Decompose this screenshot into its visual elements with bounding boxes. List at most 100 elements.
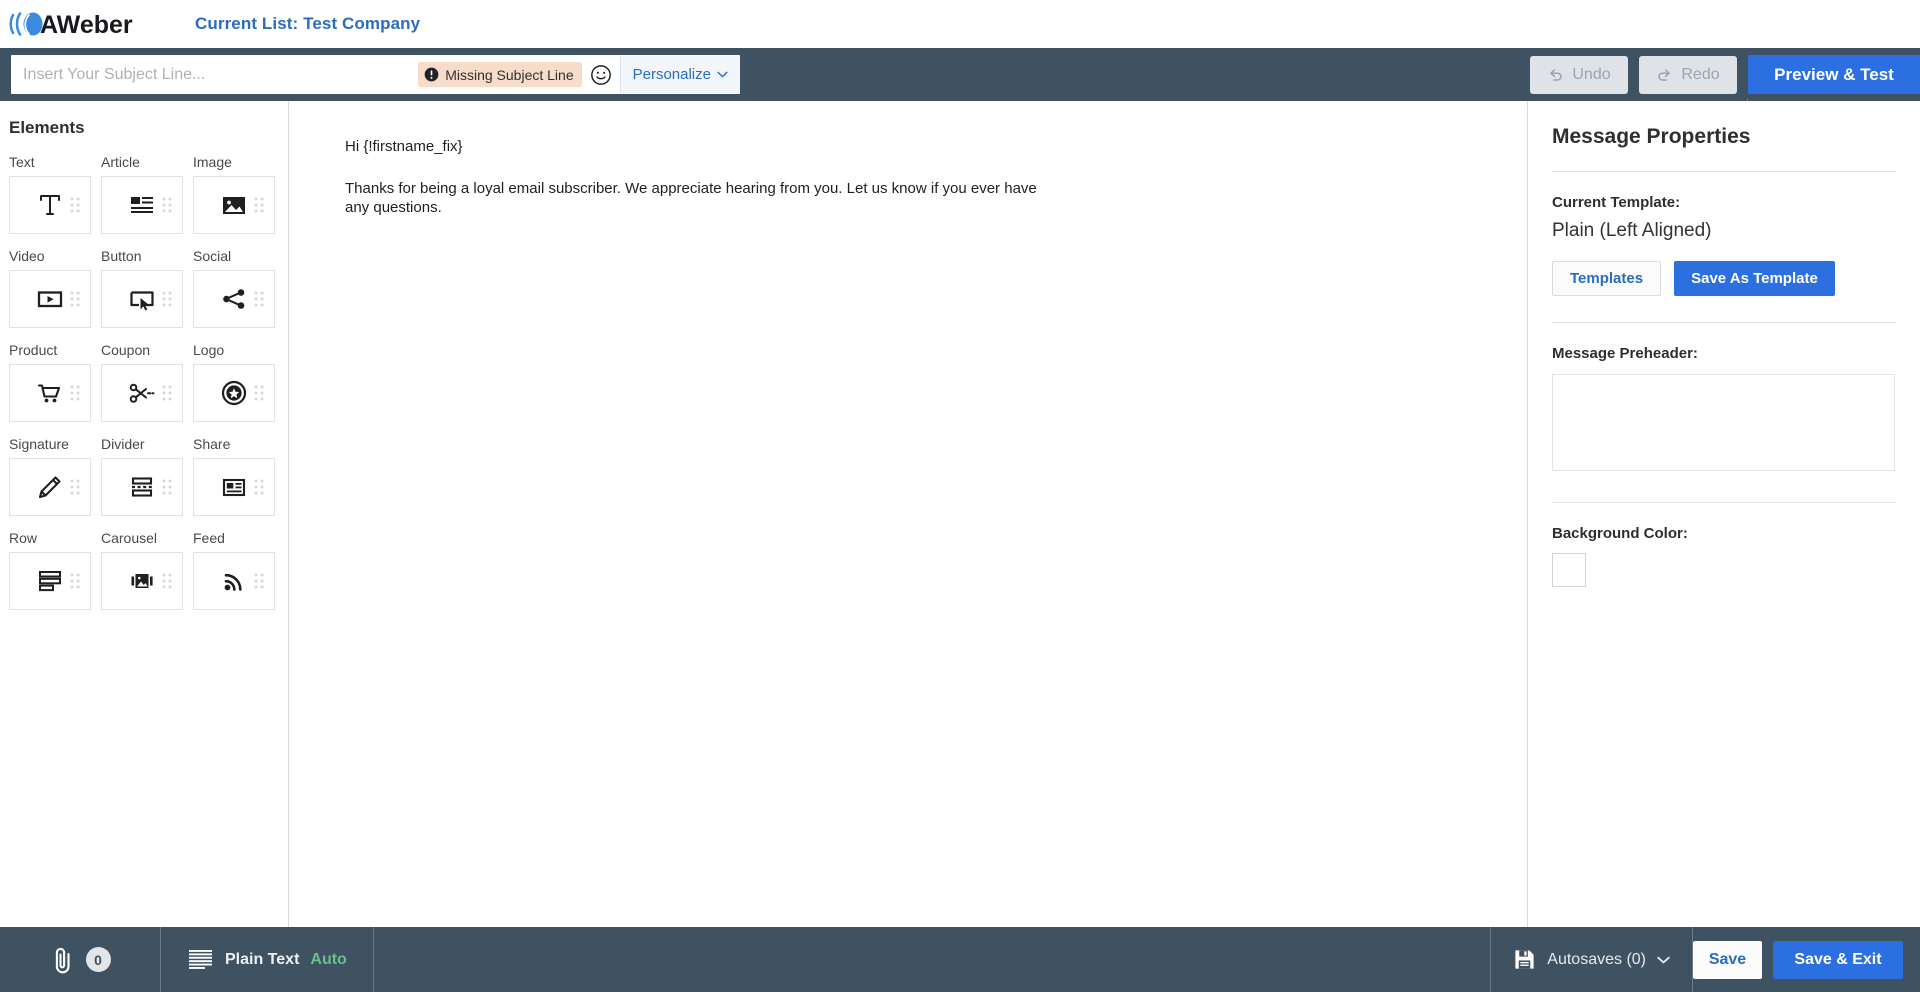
subject-toolbar: Missing Subject Line Personalize Undo — [0, 48, 1920, 148]
article-icon — [131, 197, 153, 213]
element-tile-coupon[interactable] — [101, 364, 183, 422]
panel-divider — [1552, 502, 1896, 503]
drag-handle-icon[interactable] — [69, 572, 81, 590]
element-label-image: Image — [193, 154, 232, 170]
missing-subject-warning: Missing Subject Line — [418, 62, 582, 87]
save-as-template-button[interactable]: Save As Template — [1674, 261, 1835, 296]
drag-handle-icon[interactable] — [161, 196, 173, 214]
subject-field-group: Missing Subject Line Personalize — [11, 55, 740, 94]
element-tile-divider[interactable] — [101, 458, 183, 516]
templates-button[interactable]: Templates — [1552, 261, 1662, 296]
drag-handle-icon[interactable] — [161, 478, 173, 496]
element-label-social: Social — [193, 248, 232, 264]
drag-handle-icon[interactable] — [253, 478, 265, 496]
drag-handle-icon[interactable] — [253, 384, 265, 402]
button-cursor-icon — [130, 291, 154, 311]
drag-handle-icon[interactable] — [253, 290, 265, 308]
element-label-carousel: Carousel — [101, 530, 158, 546]
element-tile-video[interactable] — [9, 270, 91, 328]
newspaper-share-icon — [222, 478, 246, 497]
drag-handle-icon[interactable] — [253, 572, 265, 590]
text-t-icon — [40, 195, 60, 215]
message-preheader-input[interactable] — [1552, 374, 1895, 471]
undo-button[interactable]: Undo — [1530, 55, 1628, 94]
drag-handle-icon[interactable] — [161, 384, 173, 402]
element-cell-product: Product — [9, 342, 101, 422]
email-greeting: Hi {!firstname_fix} — [345, 138, 463, 155]
message-properties-panel: Message Properties Current Template: Pla… — [1527, 101, 1920, 927]
element-label-divider: Divider — [101, 436, 145, 452]
element-cell-logo: Logo — [193, 342, 285, 422]
aweber-logo-icon: AWeber — [9, 11, 133, 39]
element-label-feed: Feed — [193, 530, 225, 546]
drag-handle-icon[interactable] — [161, 290, 173, 308]
paperclip-icon — [55, 947, 70, 973]
subject-input[interactable] — [11, 56, 419, 93]
element-cell-divider: Divider — [101, 436, 193, 516]
panel-divider — [1552, 171, 1896, 172]
autosaves-dropdown[interactable]: Autosaves (0) — [1491, 927, 1692, 992]
social-share-nodes-icon — [223, 289, 245, 309]
undo-arrow-icon — [1550, 69, 1563, 81]
element-tile-row[interactable] — [9, 552, 91, 610]
drag-handle-icon[interactable] — [69, 384, 81, 402]
email-canvas[interactable]: Hi {!firstname_fix} Thanks for being a l… — [290, 101, 1526, 927]
star-badge-icon — [221, 380, 247, 406]
preview-and-test-button[interactable]: Preview & Test — [1748, 55, 1920, 94]
element-tile-carousel[interactable] — [101, 552, 183, 610]
element-label-coupon: Coupon — [101, 342, 151, 358]
element-tile-social[interactable] — [193, 270, 275, 328]
element-label-signature: Signature — [9, 436, 69, 452]
email-body[interactable]: Hi {!firstname_fix} Thanks for being a l… — [290, 101, 1050, 217]
plain-text-toggle[interactable]: Plain Text Auto — [161, 927, 373, 992]
save-button[interactable]: Save — [1693, 940, 1762, 979]
emoji-button[interactable] — [582, 56, 620, 93]
undo-redo-group: Undo Redo — [1530, 48, 1737, 101]
element-tile-text[interactable] — [9, 176, 91, 234]
autosaves-label: Autosaves (0) — [1547, 950, 1646, 968]
save-and-exit-button[interactable]: Save & Exit — [1773, 940, 1903, 979]
drag-handle-icon[interactable] — [69, 196, 81, 214]
svg-text:AWeber: AWeber — [40, 11, 133, 39]
element-tile-image[interactable] — [193, 176, 275, 234]
redo-label: Redo — [1681, 65, 1720, 83]
carousel-icon — [131, 574, 153, 588]
element-tile-feed[interactable] — [193, 552, 275, 610]
bottom-action-buttons: Save Save & Exit — [1693, 940, 1920, 979]
scissors-icon — [129, 383, 155, 403]
elements-title: Elements — [9, 118, 85, 137]
panel-divider — [1552, 322, 1896, 323]
element-tile-logo[interactable] — [193, 364, 275, 422]
drag-handle-icon[interactable] — [161, 572, 173, 590]
element-cell-feed: Feed — [193, 530, 285, 610]
element-tile-product[interactable] — [9, 364, 91, 422]
element-cell-button: Button — [101, 248, 193, 328]
redo-button[interactable]: Redo — [1639, 55, 1737, 94]
personalize-dropdown[interactable]: Personalize — [619, 56, 740, 93]
current-list-label: Current List: Test Company — [195, 14, 421, 33]
bottom-spacer — [374, 927, 1490, 992]
attachments-button[interactable]: 0 — [0, 927, 160, 992]
drag-handle-icon[interactable] — [69, 478, 81, 496]
element-cell-video: Video — [9, 248, 101, 328]
drag-handle-icon[interactable] — [69, 290, 81, 308]
message-properties-title: Message Properties — [1552, 125, 1751, 148]
elements-sidebar: Elements Text Article Image Video Button… — [0, 101, 289, 927]
aweber-logo[interactable]: AWeber — [9, 9, 159, 39]
shopping-cart-icon — [37, 384, 61, 403]
background-color-swatch[interactable] — [1552, 553, 1586, 587]
plain-text-label: Plain Text — [225, 950, 300, 968]
element-cell-image: Image — [193, 154, 285, 234]
current-template-value: Plain (Left Aligned) — [1552, 220, 1712, 241]
email-paragraph: Thanks for being a loyal email subscribe… — [345, 180, 1037, 217]
element-tile-button[interactable] — [101, 270, 183, 328]
plain-text-mode: Auto — [310, 950, 347, 968]
text-lines-icon — [189, 950, 212, 969]
element-tile-share[interactable] — [193, 458, 275, 516]
template-button-row: Templates Save As Template — [1552, 261, 1896, 296]
element-label-share: Share — [193, 436, 231, 452]
element-tile-article[interactable] — [101, 176, 183, 234]
element-tile-signature[interactable] — [9, 458, 91, 516]
drag-handle-icon[interactable] — [253, 196, 265, 214]
background-color-label: Background Color: — [1552, 525, 1688, 542]
